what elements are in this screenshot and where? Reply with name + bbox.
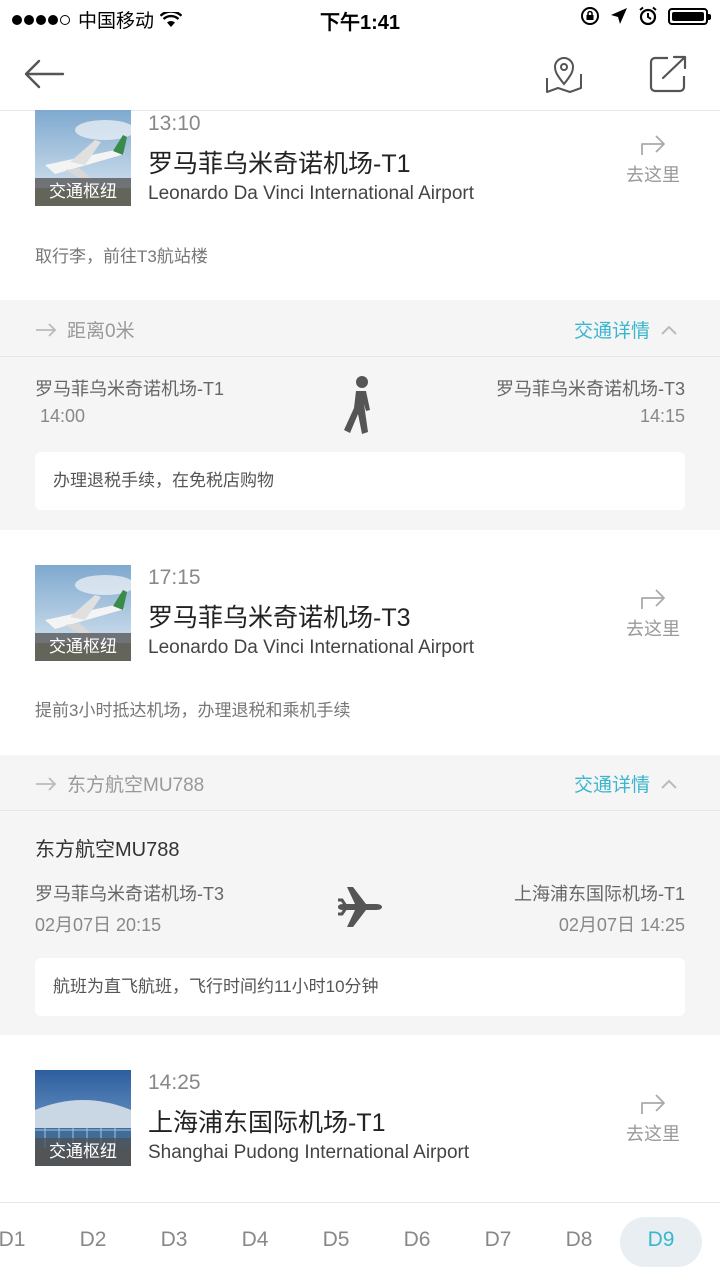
stop-note: 提前3小时抵达机场，办理退税和乘机手续 <box>35 701 351 720</box>
battery-icon <box>668 7 711 25</box>
chevron-up-icon <box>661 779 677 789</box>
to-station: 上海浦东国际机场-T1 <box>514 884 685 904</box>
stop-name: 罗马菲乌米奇诺机场-T3 <box>148 604 411 632</box>
tab-d2[interactable]: D2 <box>61 1203 125 1281</box>
to-time: 02月07日 14:25 <box>558 915 685 935</box>
stop-en-name: Shanghai Pudong International Airport <box>148 1142 470 1163</box>
airplane-icon <box>336 885 384 934</box>
goto-button[interactable]: 去这里 <box>613 1089 693 1146</box>
goto-label: 去这里 <box>626 1124 680 1144</box>
to-station: 罗马菲乌米奇诺机场-T3 <box>496 379 685 399</box>
transit-segment: 东方航空MU788 交通详情 东方航空MU788 罗马菲乌米奇诺机场-T3 02… <box>0 755 720 1035</box>
stop-tag: 交通枢纽 <box>35 1138 131 1166</box>
turn-arrow-icon <box>641 1094 665 1114</box>
chevron-up-icon <box>661 325 677 335</box>
stop-card[interactable]: 交通枢纽 13:10 罗马菲乌米奇诺机场-T1 Leonardo Da Vinc… <box>0 110 720 300</box>
stop-name: 罗马菲乌米奇诺机场-T1 <box>148 150 411 178</box>
tab-d9[interactable]: D9 <box>629 1203 693 1281</box>
arrow-right-icon <box>36 322 57 337</box>
divider <box>0 356 720 357</box>
segment-summary-text: 距离0米 <box>67 321 135 342</box>
day-tab-bar: D1 D2 D3 D4 D5 D6 D7 D8 D9 <box>0 1202 720 1281</box>
status-right <box>580 6 711 26</box>
transit-details-label: 交通详情 <box>573 775 650 796</box>
segment-header[interactable]: 东方航空MU788 交通详情 <box>0 755 720 810</box>
segment-summary-text: 东方航空MU788 <box>67 775 205 796</box>
tab-d1[interactable]: D1 <box>0 1203 44 1281</box>
arrow-right-icon <box>36 776 57 791</box>
goto-button[interactable]: 去这里 <box>613 130 693 187</box>
tab-d5[interactable]: D5 <box>304 1203 368 1281</box>
goto-label: 去这里 <box>626 619 680 639</box>
from-station: 罗马菲乌米奇诺机场-T1 <box>35 379 224 399</box>
tab-d3[interactable]: D3 <box>142 1203 206 1281</box>
turn-arrow-icon <box>641 135 665 155</box>
map-pin-icon <box>546 57 582 93</box>
stop-note: 取行李，前往T3航站楼 <box>35 247 208 266</box>
stop-thumbnail: 交通枢纽 <box>35 110 131 206</box>
share-icon <box>649 55 687 93</box>
stop-thumbnail: 交通枢纽 <box>35 1070 131 1166</box>
transit-details-button[interactable]: 交通详情 <box>574 770 678 797</box>
from-time: 14:00 <box>40 406 86 426</box>
stop-time: 17:15 <box>148 566 201 589</box>
status-bar: 中国移动 下午1:41 <box>0 0 720 36</box>
segment-summary: 距离0米 <box>35 316 135 343</box>
stop-thumbnail: 交通枢纽 <box>35 565 131 661</box>
share-button[interactable] <box>644 50 692 98</box>
from-station: 罗马菲乌米奇诺机场-T3 <box>35 884 224 904</box>
stop-tag: 交通枢纽 <box>35 633 131 661</box>
flight-name: 东方航空MU788 <box>35 839 180 861</box>
stop-card[interactable]: 交通枢纽 17:15 罗马菲乌米奇诺机场-T3 Leonardo Da Vinc… <box>0 548 720 754</box>
arrow-left-icon <box>24 59 65 89</box>
stop-name: 上海浦东国际机场-T1 <box>148 1109 386 1137</box>
tab-d8[interactable]: D8 <box>547 1203 611 1281</box>
stop-tag: 交通枢纽 <box>35 178 131 206</box>
stop-card[interactable]: 交通枢纽 14:25 上海浦东国际机场-T1 Shanghai Pudong I… <box>0 1053 720 1201</box>
tab-d7[interactable]: D7 <box>466 1203 530 1281</box>
segment-summary: 东方航空MU788 <box>35 770 204 797</box>
alarm-icon <box>639 6 657 26</box>
goto-button[interactable]: 去这里 <box>613 584 693 641</box>
transit-details-label: 交通详情 <box>573 321 650 342</box>
transit-details-button[interactable]: 交通详情 <box>574 316 678 343</box>
rotation-lock-icon <box>581 7 599 25</box>
back-button[interactable] <box>20 50 68 98</box>
segment-note: 航班为直飞航班，飞行时间约11小时10分钟 <box>35 958 685 1016</box>
turn-arrow-icon <box>641 589 665 609</box>
stop-time: 14:25 <box>148 1071 201 1094</box>
map-button[interactable] <box>540 50 588 98</box>
tab-d6[interactable]: D6 <box>385 1203 449 1281</box>
transit-segment: 距离0米 交通详情 罗马菲乌米奇诺机场-T1 14:00 罗马菲乌米奇诺机场-T… <box>0 300 720 530</box>
segment-header[interactable]: 距离0米 交通详情 <box>0 300 720 356</box>
goto-label: 去这里 <box>626 165 680 185</box>
divider <box>0 810 720 811</box>
walking-icon <box>340 374 380 441</box>
to-time: 14:15 <box>639 406 685 426</box>
from-time: 02月07日 20:15 <box>35 915 162 935</box>
segment-note: 办理退税手续，在免税店购物 <box>35 452 685 510</box>
stop-en-name: Leonardo Da Vinci International Airport <box>148 183 475 204</box>
stop-time: 13:10 <box>148 112 201 135</box>
nav-bar <box>0 36 720 111</box>
stop-en-name: Leonardo Da Vinci International Airport <box>148 637 475 658</box>
location-arrow-icon <box>611 8 627 24</box>
tab-d4[interactable]: D4 <box>223 1203 287 1281</box>
